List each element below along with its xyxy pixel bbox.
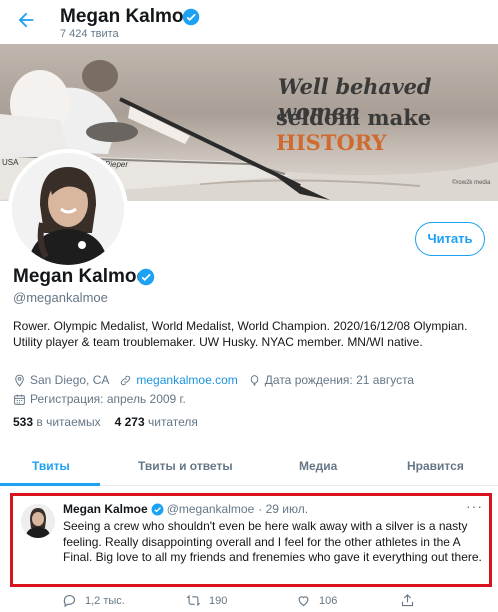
banner-headline-line2: seldom make HISTORY — [276, 105, 498, 155]
joined-text: Регистрация: апрель 2009 г. — [30, 392, 186, 406]
retweet-icon — [186, 595, 201, 606]
tweet-header: Megan Kalmoe @megankalmoe · 29 июл. — [63, 502, 308, 516]
tab-tweets-and-replies[interactable]: Твиты и ответы — [138, 459, 233, 473]
birthday-item: Дата рождения: 21 августа — [248, 372, 414, 389]
like-action[interactable]: 106 — [296, 593, 337, 608]
profile-avatar[interactable] — [8, 149, 128, 269]
tab-media[interactable]: Медиа — [299, 459, 337, 473]
website-link[interactable]: megankalmoe.com — [136, 372, 237, 389]
verified-badge-icon — [137, 268, 155, 286]
profile-name: Megan Kalmoe — [13, 266, 148, 287]
reply-icon — [63, 594, 75, 608]
tweet-handle: @megankalmoe — [166, 502, 255, 516]
reply-action[interactable]: 1,2 тыс. — [62, 593, 125, 608]
banner-text-seldom-make: seldom make — [276, 105, 432, 130]
top-bar: Megan Kalmoe 7 424 твита — [0, 0, 498, 44]
following-label: в читаемых — [36, 415, 101, 429]
verified-badge-icon — [182, 8, 200, 26]
more-options-icon[interactable]: ··· — [466, 498, 483, 514]
share-icon — [401, 594, 414, 607]
tweet-card[interactable]: Megan Kalmoe @megankalmoe · 29 июл. ··· … — [10, 493, 492, 587]
profile-handle: @megankalmoe — [13, 290, 108, 305]
profile-bio: Rower. Olympic Medalist, World Medalist,… — [13, 319, 468, 349]
tab-tweets[interactable]: Твиты — [32, 459, 70, 473]
following-count: 533 — [13, 415, 34, 429]
following-stat[interactable]: 533 в читаемых — [13, 415, 101, 429]
followers-stat[interactable]: 4 273 читателя — [115, 415, 198, 429]
calendar-icon — [14, 394, 25, 405]
tweet-timestamp[interactable]: · 29 июл. — [258, 502, 308, 516]
share-action[interactable] — [400, 593, 423, 608]
location-pin-icon — [15, 374, 24, 387]
location-item: San Diego, CA — [13, 372, 109, 389]
tweet-text: Seeing a crew who shouldn't even be here… — [63, 519, 482, 564]
location-text: San Diego, CA — [30, 373, 110, 387]
avatar-photo — [12, 153, 124, 265]
profile-tabs: Твиты Твиты и ответы Медиа Нравится — [0, 446, 498, 486]
followers-label: читателя — [148, 415, 198, 429]
followers-count: 4 273 — [114, 415, 145, 429]
banner-text-history: HISTORY — [276, 130, 387, 155]
reply-count: 1,2 тыс. — [85, 594, 125, 607]
like-count: 106 — [319, 594, 338, 607]
website-item[interactable]: megankalmoe.com — [119, 372, 238, 389]
balloon-icon — [250, 375, 259, 386]
retweet-count: 190 — [209, 594, 228, 607]
joined-item: Регистрация: апрель 2009 г. — [13, 391, 186, 408]
heart-icon — [298, 596, 309, 607]
profile-meta: San Diego, CA megankalmoe.com Дата рожде… — [13, 372, 493, 410]
header-name: Megan Kalmoe — [60, 6, 195, 27]
verified-badge-icon — [151, 503, 164, 515]
active-tab-indicator — [0, 483, 100, 486]
tweet-avatar[interactable] — [21, 504, 55, 538]
banner-text-well-behaved: Well behaved — [278, 74, 432, 99]
link-icon — [121, 375, 131, 386]
tab-likes[interactable]: Нравится — [407, 459, 464, 473]
retweet-action[interactable]: 190 — [186, 593, 227, 608]
photo-credit: ©row2k media — [452, 180, 491, 186]
follow-button[interactable]: Читать — [415, 222, 485, 256]
boat-lettering: USA — [2, 158, 19, 167]
birthday-text: Дата рождения: 21 августа — [264, 373, 415, 387]
back-arrow-icon[interactable] — [12, 6, 40, 34]
tweet-count: 7 424 твита — [60, 28, 119, 40]
tweet-author[interactable]: Megan Kalmoe — [63, 502, 148, 516]
tweet-actions: 1,2 тыс. 190 106 — [0, 590, 498, 612]
follow-stats: 533 в читаемых 4 273 читателя — [13, 415, 198, 429]
